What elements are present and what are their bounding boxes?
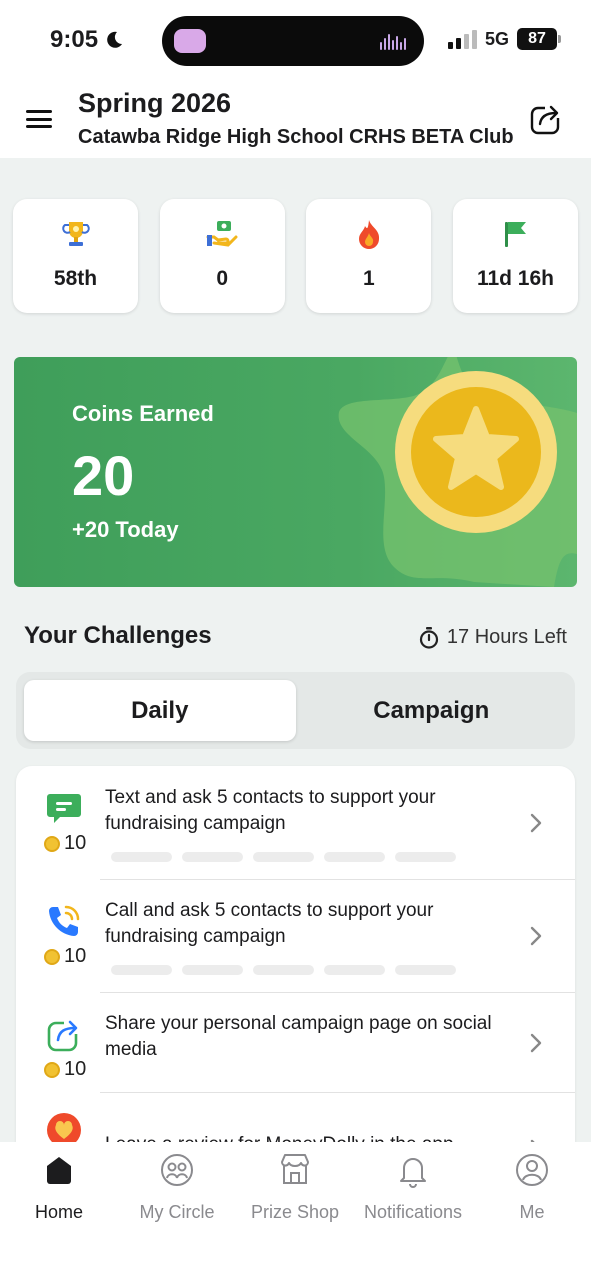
tab-campaign[interactable]: Campaign xyxy=(296,680,568,741)
signal-icon xyxy=(447,29,477,49)
coin-reward: 10 xyxy=(44,945,86,968)
coin-reward: 10 xyxy=(44,1058,86,1081)
club-name: Catawba Ridge High School CRHS BETA Club xyxy=(78,126,514,148)
hand-coin-icon xyxy=(205,217,239,251)
network-type: 5G xyxy=(484,28,509,49)
status-bar: 9:05 5G 87 xyxy=(0,0,591,80)
nav-label: Notifications xyxy=(363,1202,463,1222)
stat-time-left[interactable]: 11d 16h xyxy=(452,199,578,313)
challenge-tabs: Daily Campaign xyxy=(16,672,575,749)
status-time: 9:05 xyxy=(50,26,124,54)
status-indicators: 5G 87 xyxy=(447,28,561,50)
home-icon xyxy=(47,1157,71,1184)
nav-label: Home xyxy=(34,1202,83,1222)
battery-level: 87 xyxy=(517,28,557,50)
bottom-nav: Home My Circle Prize Shop Notifications … xyxy=(0,1142,591,1280)
coin-icon xyxy=(44,1061,60,1078)
dynamic-island xyxy=(162,16,424,66)
coin-reward: 10 xyxy=(44,832,86,855)
nav-my-circle[interactable]: My Circle xyxy=(118,1152,236,1223)
battery-icon: 87 xyxy=(517,28,561,50)
nav-home[interactable]: Home xyxy=(0,1152,118,1223)
flame-icon xyxy=(352,217,386,251)
challenge-text: Text and ask 5 contacts to support your … xyxy=(105,787,436,834)
challenge-item[interactable]: 10 Call and ask 5 contacts to support yo… xyxy=(16,879,575,992)
coins-value: 20 xyxy=(72,444,135,507)
audio-wave-icon xyxy=(380,34,406,50)
coins-today: +20 Today xyxy=(72,517,179,542)
challenges-title: Your Challenges xyxy=(24,622,212,649)
trophy-icon xyxy=(59,217,93,251)
phone-call-icon xyxy=(49,905,80,936)
challenge-list: 10 Text and ask 5 contacts to support yo… xyxy=(16,766,575,1166)
challenges-timer: 17 Hours Left xyxy=(419,626,567,649)
coins-earned-card[interactable]: Coins Earned 20 +20 Today xyxy=(14,357,577,587)
challenge-text: Share your personal campaign page on soc… xyxy=(105,1013,492,1060)
challenge-text: Call and ask 5 contacts to support your … xyxy=(105,900,434,947)
coin-icon xyxy=(44,835,60,852)
coins-label: Coins Earned xyxy=(72,401,214,426)
time-left-value: 11d 16h xyxy=(476,267,554,290)
stats-row: 58th 0 1 11d 16h xyxy=(13,199,578,313)
progress-bar xyxy=(111,965,456,975)
challenge-item[interactable]: 10 Text and ask 5 contacts to support yo… xyxy=(16,766,575,879)
shop-icon xyxy=(281,1154,309,1184)
coin-star-illustration xyxy=(338,357,577,587)
nav-label: Me xyxy=(519,1202,545,1222)
stat-streak[interactable]: 1 xyxy=(306,199,432,313)
nav-me[interactable]: Me xyxy=(473,1152,591,1223)
nav-label: Prize Shop xyxy=(250,1202,340,1222)
rank-value: 58th xyxy=(53,267,98,290)
chevron-right-icon xyxy=(530,813,542,833)
share-icon[interactable] xyxy=(529,102,563,136)
progress-bar xyxy=(111,852,456,862)
user-icon xyxy=(516,1154,548,1186)
chevron-right-icon xyxy=(530,926,542,946)
stat-rank[interactable]: 58th xyxy=(13,199,138,313)
nav-label: My Circle xyxy=(139,1202,215,1222)
tab-daily[interactable]: Daily xyxy=(24,680,296,741)
menu-icon[interactable] xyxy=(26,110,52,128)
bell-icon xyxy=(400,1158,426,1188)
challenge-item[interactable]: 10 Share your personal campaign page on … xyxy=(16,992,575,1092)
nav-prize-shop[interactable]: Prize Shop xyxy=(236,1152,354,1223)
share-icon xyxy=(47,1018,82,1052)
streak-value: 1 xyxy=(362,267,375,290)
donations-value: 0 xyxy=(216,267,228,290)
now-playing-icon xyxy=(174,29,206,53)
page-title: Spring 2026 xyxy=(78,88,232,118)
stopwatch-icon xyxy=(419,626,439,649)
text-message-icon xyxy=(47,794,81,823)
flag-icon xyxy=(498,217,532,251)
coin-icon xyxy=(44,948,60,965)
timer-text: 17 Hours Left xyxy=(446,626,567,648)
moon-icon xyxy=(107,31,123,48)
nav-notifications[interactable]: Notifications xyxy=(354,1152,472,1223)
chevron-right-icon xyxy=(530,1033,542,1053)
app-header: Spring 2026 Catawba Ridge High School CR… xyxy=(0,80,591,158)
stat-donations[interactable]: 0 xyxy=(159,199,285,313)
circle-people-icon xyxy=(161,1154,193,1186)
